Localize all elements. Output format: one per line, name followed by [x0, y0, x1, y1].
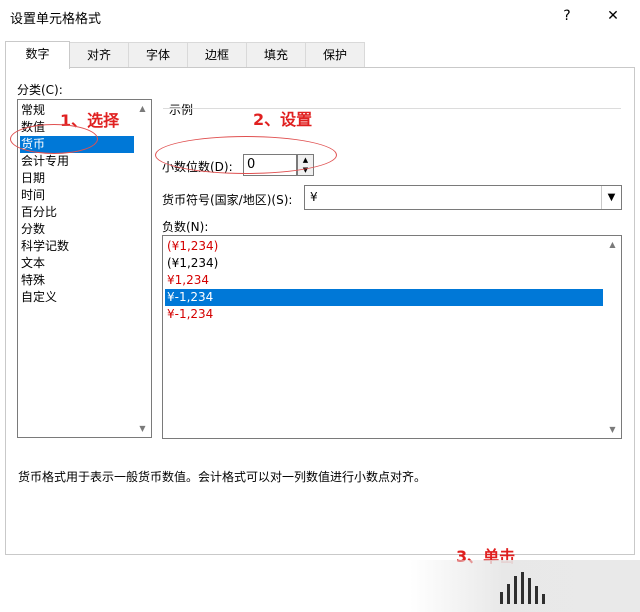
category-item-time[interactable]: 时间: [20, 187, 134, 204]
tab-number[interactable]: 数字: [5, 41, 70, 69]
format-description: 货币格式用于表示一般货币数值。会计格式可以对一列数值进行小数点对齐。: [18, 470, 427, 484]
title-bar: 设置单元格格式 ? ✕: [0, 0, 640, 34]
scroll-down-icon[interactable]: ▼: [608, 425, 617, 434]
tab-fill[interactable]: 填充: [246, 42, 306, 68]
annotation-ellipse-category: [10, 124, 98, 154]
category-scrollbar[interactable]: ▲ ▼: [134, 100, 151, 437]
category-item-date[interactable]: 日期: [20, 170, 134, 187]
category-label: 分类(C):: [17, 83, 63, 97]
category-item-scientific[interactable]: 科学记数: [20, 238, 134, 255]
negative-item-minus[interactable]: ¥-1,234: [165, 289, 603, 306]
format-cells-dialog: 设置单元格格式 ? ✕ 数字 对齐 字体 边框 填充 保护 分类(C): 常规 …: [0, 0, 640, 612]
category-item-accounting[interactable]: 会计专用: [20, 153, 134, 170]
negative-scrollbar[interactable]: ▲ ▼: [604, 236, 621, 438]
currency-symbol-select[interactable]: ¥ ▼: [304, 185, 622, 210]
help-button[interactable]: ?: [556, 5, 578, 27]
negative-item-red[interactable]: ¥1,234: [165, 272, 603, 289]
category-item-percentage[interactable]: 百分比: [20, 204, 134, 221]
dialog-title: 设置单元格格式: [10, 12, 102, 27]
category-item-text[interactable]: 文本: [20, 255, 134, 272]
category-item-fraction[interactable]: 分数: [20, 221, 134, 238]
watermark-fade: [410, 560, 640, 612]
negative-numbers-label: 负数(N):: [162, 220, 209, 234]
currency-symbol-label: 货币符号(国家/地区)(S):: [162, 193, 293, 207]
scroll-down-icon[interactable]: ▼: [138, 424, 147, 433]
tab-border[interactable]: 边框: [187, 42, 247, 68]
currency-symbol-value: ¥: [310, 190, 318, 204]
negative-numbers-list[interactable]: (¥1,234) (¥1,234) ¥1,234 ¥-1,234 ¥-1,234…: [162, 235, 622, 439]
tab-protection[interactable]: 保护: [305, 42, 365, 68]
tab-alignment[interactable]: 对齐: [69, 42, 129, 68]
scroll-up-icon[interactable]: ▲: [138, 104, 147, 113]
scroll-up-icon[interactable]: ▲: [608, 240, 617, 249]
category-item-custom[interactable]: 自定义: [20, 289, 134, 306]
category-item-special[interactable]: 特殊: [20, 272, 134, 289]
tab-font[interactable]: 字体: [128, 42, 188, 68]
chevron-down-icon[interactable]: ▼: [601, 186, 621, 209]
negative-item-red-minus[interactable]: ¥-1,234: [165, 306, 603, 323]
negative-item-red-parentheses[interactable]: (¥1,234): [165, 238, 603, 255]
annotation-ellipse-decimal: [155, 136, 337, 174]
negative-item-parentheses[interactable]: (¥1,234): [165, 255, 603, 272]
annotation-step2: 2、设置: [253, 110, 313, 129]
close-button[interactable]: ✕: [602, 5, 624, 27]
